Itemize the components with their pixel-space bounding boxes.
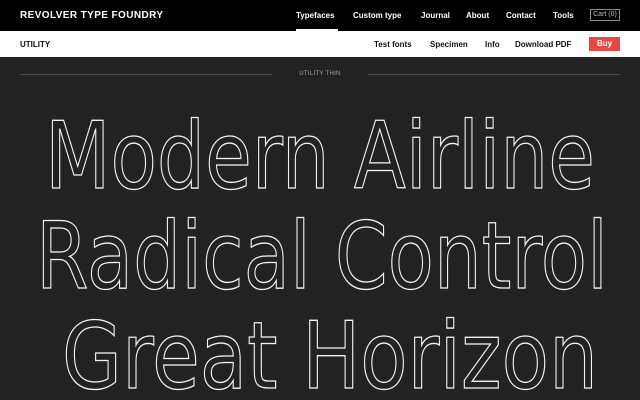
type-specimen: Modern Airline Radical Control Great Hor… [35,101,608,400]
specimen-line-2: Radical Control [36,202,608,310]
specimen-line-1: Modern Airline [45,102,595,210]
specimen-line-3: Great Horizon [62,302,598,400]
